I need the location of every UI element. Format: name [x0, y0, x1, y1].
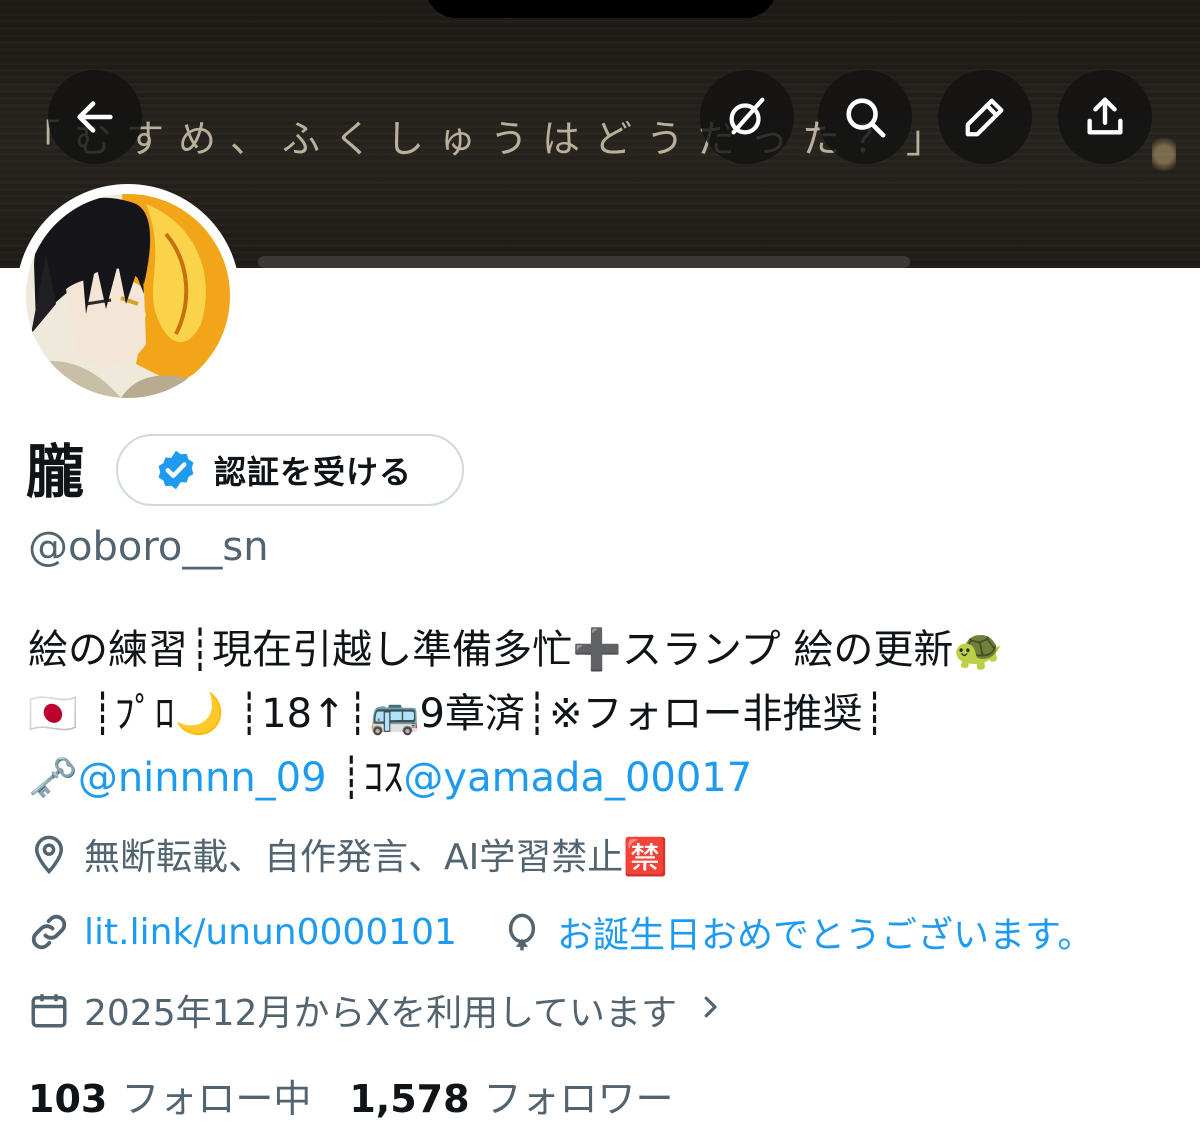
get-verified-button[interactable]: 認証を受ける [116, 434, 464, 506]
calendar-icon [31, 994, 67, 1028]
location-text: 無断転載、自作発言、AI学習禁止🈲 [84, 837, 669, 878]
mention-link[interactable]: @yamada_00017 [403, 746, 752, 810]
chevron-right-icon [695, 990, 725, 1031]
bio: 絵の練習┊現在引越し準備多忙➕スランプ 絵の更新🐢 🇯🇵 ┊ﾌﾟﾛ🌙 ┊18↑┊… [28, 618, 1178, 810]
location-pin-icon [34, 835, 64, 875]
balloon-icon [508, 913, 536, 951]
banner-decoration [1152, 128, 1176, 172]
follow-stats: 103 フォロー中 1,578 フォロワー [28, 1068, 674, 1123]
device-notch [425, 0, 777, 18]
link-icon [31, 914, 67, 950]
bio-line: 絵の練習┊現在引越し準備多忙➕スランプ 絵の更新🐢 [28, 618, 1178, 682]
joined-text: 2025年12月からXを利用しています [84, 993, 678, 1034]
profile-links-row: lit.link/unun0000101 お誕生日おめでとうございます。 [28, 906, 1093, 958]
verified-badge-icon [158, 450, 194, 490]
back-button[interactable] [48, 70, 142, 164]
followers-stat[interactable]: 1,578 フォロワー [349, 1068, 673, 1123]
following-count: 103 [28, 1077, 108, 1121]
bio-line: 🇯🇵 ┊ﾌﾟﾛ🌙 ┊18↑┊🚌9章済┊※フォロー非推奨┊ [28, 682, 1178, 746]
grok-icon [729, 97, 765, 135]
bio-text: 絵の練習┊現在引越し準備多忙➕スランプ 絵の更新🐢 [28, 627, 1004, 673]
search-button[interactable] [818, 70, 912, 164]
website-link[interactable]: lit.link/unun0000101 [84, 912, 457, 953]
avatar-image [26, 194, 230, 398]
grok-button[interactable] [700, 70, 794, 164]
following-stat[interactable]: 103 フォロー中 [28, 1068, 311, 1123]
birthday-text[interactable]: お誕生日おめでとうございます。 [557, 906, 1093, 958]
get-verified-label: 認証を受ける [214, 453, 413, 491]
pencil-icon [965, 98, 1004, 137]
scroll-indicator [258, 256, 910, 268]
bio-text: ┊ｺｽ [326, 755, 404, 801]
following-label: フォロー中 [121, 1077, 312, 1121]
bio-line: 🗝️ @ninnnn_09 ┊ｺｽ @yamada_00017 [28, 746, 1178, 810]
edit-button[interactable] [938, 70, 1032, 164]
user-handle: @oboro__sn [28, 524, 269, 570]
avatar[interactable] [16, 184, 240, 408]
mention-link[interactable]: @ninnnn_09 [78, 746, 327, 810]
followers-label: フォロワー [483, 1077, 674, 1121]
profile-location: 無断転載、自作発言、AI学習禁止🈲 [28, 828, 668, 880]
share-icon [1087, 97, 1123, 135]
share-button[interactable] [1058, 70, 1152, 164]
profile-joined[interactable]: 2025年12月からXを利用しています [28, 984, 725, 1036]
bio-text: 🇯🇵 ┊ﾌﾟﾛ🌙 ┊18↑┊🚌9章済┊※フォロー非推奨┊ [28, 691, 887, 737]
followers-count: 1,578 [349, 1077, 470, 1121]
display-name: 朧 [26, 438, 85, 506]
search-icon [846, 98, 886, 138]
key-emoji: 🗝️ [28, 755, 78, 801]
back-arrow-icon [77, 101, 113, 133]
